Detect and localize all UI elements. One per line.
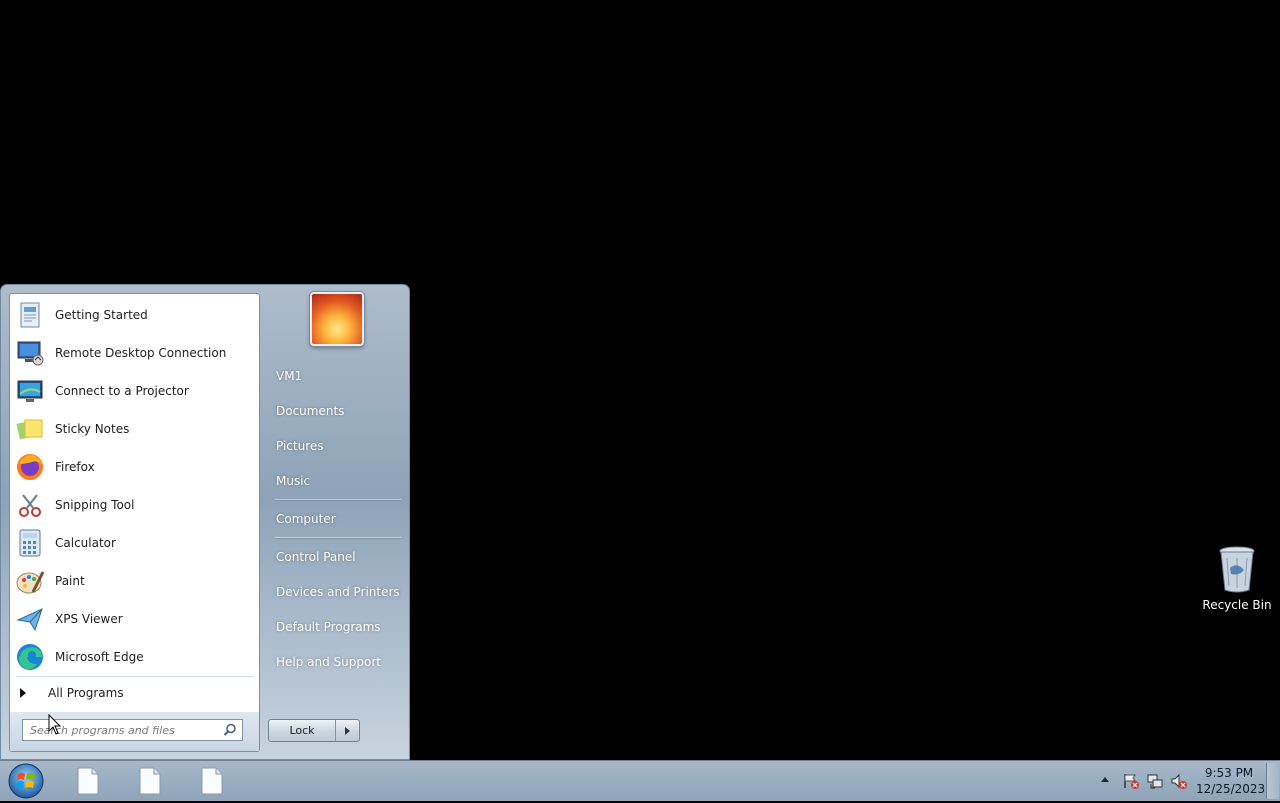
file-icon <box>77 767 99 795</box>
file-icon <box>201 767 223 795</box>
program-paint[interactable]: Paint <box>12 562 257 600</box>
lock-button[interactable]: Lock <box>269 720 336 741</box>
user-folder-link[interactable]: VM1 <box>263 361 403 391</box>
program-label: Snipping Tool <box>55 498 135 512</box>
edge-icon <box>14 641 46 673</box>
program-connect-projector[interactable]: Connect to a Projector <box>12 372 257 410</box>
start-button[interactable] <box>6 762 46 800</box>
getting-started-icon <box>14 299 46 331</box>
control-panel-link[interactable]: Control Panel <box>263 542 403 572</box>
taskbar-file-button[interactable] <box>136 766 164 796</box>
computer-link[interactable]: Computer <box>263 504 403 534</box>
all-programs-label: All Programs <box>48 686 124 700</box>
taskbar-file-button[interactable] <box>74 766 102 796</box>
clock-time: 9:53 PM <box>1204 766 1254 780</box>
program-list: Getting Started Remote Desktop Connectio… <box>12 296 257 676</box>
xps-viewer-icon <box>14 603 46 635</box>
program-label: Sticky Notes <box>55 422 130 436</box>
taskbar: 9:53 PM 12/25/2023 <box>0 760 1280 801</box>
start-menu: Getting Started Remote Desktop Connectio… <box>0 284 410 760</box>
devices-printers-link[interactable]: Devices and Printers <box>263 577 403 607</box>
network-icon[interactable] <box>1146 772 1164 790</box>
search-icon[interactable] <box>223 723 237 740</box>
program-getting-started[interactable]: Getting Started <box>12 296 257 334</box>
programs-pane: Getting Started Remote Desktop Connectio… <box>9 293 260 752</box>
music-link[interactable]: Music <box>263 466 403 496</box>
paint-icon <box>14 565 46 597</box>
remote-desktop-icon <box>14 337 46 369</box>
documents-link[interactable]: Documents <box>263 396 403 426</box>
user-avatar[interactable] <box>310 292 364 346</box>
program-calculator[interactable]: Calculator <box>12 524 257 562</box>
snipping-tool-icon <box>14 489 46 521</box>
program-sticky-notes[interactable]: Sticky Notes <box>12 410 257 448</box>
mouse-cursor-icon <box>48 713 62 739</box>
recycle-bin-label: Recycle Bin <box>1202 598 1272 612</box>
show-desktop-button[interactable] <box>1266 763 1279 799</box>
program-snipping-tool[interactable]: Snipping Tool <box>12 486 257 524</box>
program-label: Calculator <box>55 536 116 550</box>
pictures-link[interactable]: Pictures <box>263 431 403 461</box>
divider <box>275 499 401 500</box>
program-firefox[interactable]: Firefox <box>12 448 257 486</box>
program-label: XPS Viewer <box>55 612 123 626</box>
program-label: Remote Desktop Connection <box>55 346 227 360</box>
system-clock[interactable]: 9:53 PM 12/25/2023 <box>1196 765 1266 797</box>
program-xps-viewer[interactable]: XPS Viewer <box>12 600 257 638</box>
help-support-link[interactable]: Help and Support <box>263 647 403 677</box>
lock-button-group: Lock <box>268 719 360 742</box>
chevron-right-icon <box>20 688 26 698</box>
action-center-icon[interactable] <box>1122 772 1140 790</box>
divider <box>275 537 401 538</box>
program-label: Paint <box>55 574 85 588</box>
firefox-icon <box>14 451 46 483</box>
program-remote-desktop[interactable]: Remote Desktop Connection <box>12 334 257 372</box>
all-programs-button[interactable]: All Programs <box>14 682 254 704</box>
taskbar-file-button[interactable] <box>198 766 226 796</box>
chevron-right-icon <box>345 726 350 735</box>
desktop-icon-recycle-bin[interactable]: Recycle Bin <box>1200 544 1274 612</box>
divider <box>16 676 254 677</box>
program-label: Getting Started <box>55 308 148 322</box>
sticky-notes-icon <box>14 413 46 445</box>
calculator-icon <box>14 527 46 559</box>
clock-date: 12/25/2023 <box>1196 782 1266 796</box>
program-label: Connect to a Projector <box>55 384 189 398</box>
recycle-bin-icon <box>1217 544 1257 594</box>
volume-muted-icon[interactable] <box>1170 772 1188 790</box>
program-label: Firefox <box>55 460 95 474</box>
file-icon <box>139 767 161 795</box>
places-pane: VM1 Documents Pictures Music Computer Co… <box>263 285 409 755</box>
program-microsoft-edge[interactable]: Microsoft Edge <box>12 638 257 676</box>
show-hidden-icons-button[interactable] <box>1101 777 1109 782</box>
projector-icon <box>14 375 46 407</box>
shutdown-options-button[interactable] <box>336 720 359 741</box>
default-programs-link[interactable]: Default Programs <box>263 612 403 642</box>
program-label: Microsoft Edge <box>55 650 144 664</box>
